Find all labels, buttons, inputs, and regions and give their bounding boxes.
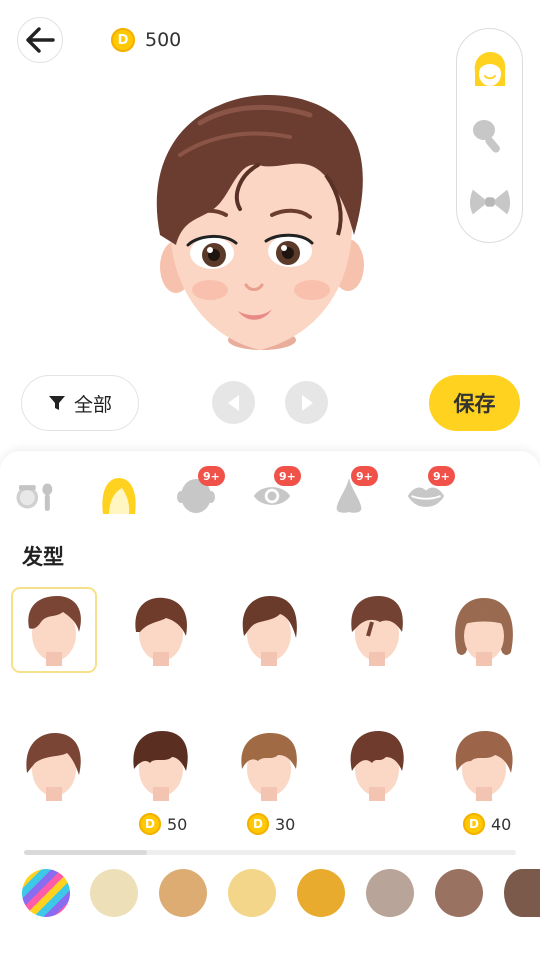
lips-icon	[407, 487, 445, 507]
hairstyle-item-7[interactable]	[118, 722, 204, 808]
price-value: 30	[275, 814, 296, 834]
coin-balance: D 500	[111, 27, 181, 53]
color-swatch[interactable]	[366, 869, 414, 917]
badge-head: 9+	[198, 466, 225, 486]
side-tab-accessory[interactable]	[469, 181, 511, 223]
save-button[interactable]: 保存	[429, 375, 520, 431]
triangle-right-icon	[301, 394, 313, 411]
hairstyle-item-4[interactable]	[334, 587, 420, 673]
hairstyle-scrollbar-thumb[interactable]	[24, 850, 147, 855]
hairstyle-thumbnail	[241, 733, 297, 801]
hairstyle-price-8: D 30	[247, 813, 295, 835]
hairstyle-thumbnail	[26, 733, 81, 801]
price-value: 40	[491, 814, 512, 834]
hairstyle-item-3[interactable]	[226, 587, 312, 673]
filter-button[interactable]: 全部	[21, 375, 139, 431]
coin-icon: D	[463, 813, 485, 835]
side-tab-makeup[interactable]	[469, 115, 511, 157]
hairstyle-price-10: D 40	[463, 813, 511, 835]
color-swatch[interactable]	[228, 869, 276, 917]
hairstyle-thumbnail	[455, 598, 513, 666]
color-swatch[interactable]	[297, 869, 345, 917]
avatar-preview	[140, 85, 380, 360]
arrow-left-icon	[26, 27, 55, 53]
hairstyle-thumbnail	[455, 731, 513, 801]
hairstyle-price-7: D 50	[139, 813, 187, 835]
hairstyle-thumbnail	[350, 731, 404, 801]
section-title: 发型	[22, 545, 64, 569]
hairstyle-item-6[interactable]	[11, 722, 97, 808]
hairstyle-item-1[interactable]	[11, 587, 97, 673]
back-button[interactable]	[17, 17, 63, 63]
side-tool-panel	[456, 28, 523, 243]
hairstyle-item-5[interactable]	[441, 587, 527, 673]
hairstyle-thumbnail	[351, 596, 403, 666]
hairstyle-thumbnail	[135, 597, 188, 666]
color-swatch-rainbow[interactable]	[22, 869, 70, 917]
hairstyle-item-10[interactable]	[441, 722, 527, 808]
undo-button[interactable]	[212, 381, 255, 424]
makeup-icon	[16, 483, 53, 511]
redo-button[interactable]	[285, 381, 328, 424]
color-swatch[interactable]	[159, 869, 207, 917]
category-tab-hair[interactable]	[99, 476, 139, 516]
color-swatch[interactable]	[435, 869, 483, 917]
bow-icon	[469, 189, 511, 215]
triangle-left-icon	[227, 394, 239, 411]
hairstyle-item-2[interactable]	[118, 587, 204, 673]
color-swatch[interactable]	[90, 869, 138, 917]
coin-icon: D	[111, 28, 135, 52]
hairstyle-thumbnail	[242, 596, 297, 666]
brush-icon	[473, 120, 500, 153]
coin-balance-value: 500	[145, 29, 182, 51]
hair-icon	[102, 478, 136, 514]
hairstyle-thumbnail	[133, 731, 188, 801]
side-tab-hair[interactable]	[469, 49, 511, 91]
filter-icon	[48, 396, 65, 410]
filter-label: 全部	[73, 393, 112, 416]
badge-lips: 9+	[428, 466, 455, 486]
price-value: 50	[167, 814, 188, 834]
coin-icon: D	[139, 813, 161, 835]
color-swatch[interactable]	[504, 869, 540, 917]
avatar-head-image	[156, 94, 364, 350]
category-tab-makeup[interactable]	[14, 476, 54, 516]
hairstyle-item-8[interactable]	[226, 722, 312, 808]
avatar-editor-screen: D 500 全部 保存 9+ 9+ 9+ 9+ 发型 D 50 D 30 D 4…	[0, 0, 540, 960]
coin-icon: D	[247, 813, 269, 835]
badge-nose: 9+	[351, 466, 378, 486]
hair-face-icon	[474, 52, 506, 86]
hairstyle-item-9[interactable]	[334, 722, 420, 808]
badge-eyes: 9+	[274, 466, 301, 486]
hairstyle-thumbnail	[28, 596, 81, 666]
